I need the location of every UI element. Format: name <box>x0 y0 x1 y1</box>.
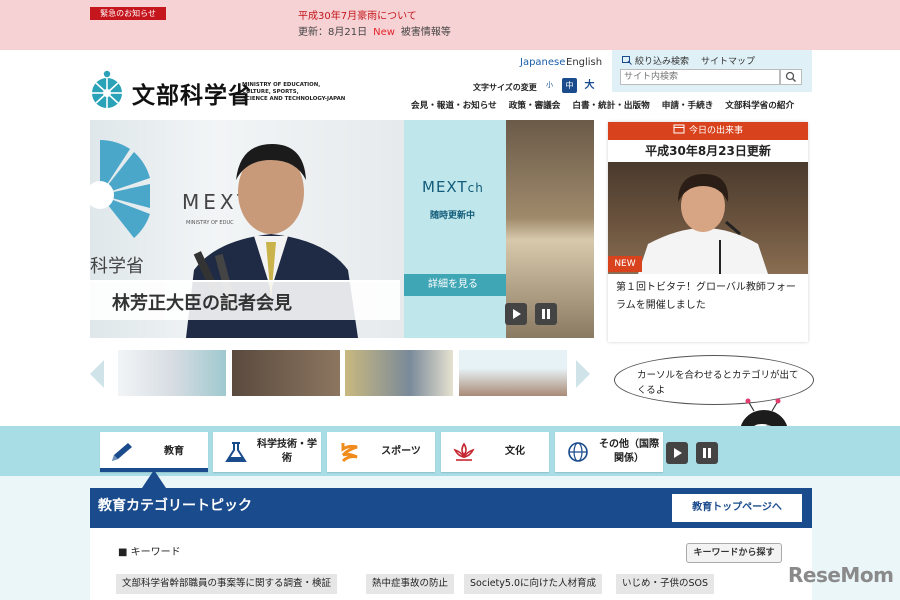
active-category-pointer <box>142 470 166 488</box>
emergency-badge: 緊急のお知らせ <box>90 7 166 20</box>
hero-press-photo[interactable]: MEXT MINISTRY OF EDUC 科学省 林芳正大臣の記者会見 <box>90 120 404 338</box>
category-education-button[interactable]: 教育 <box>100 432 208 472</box>
mextch-banner[interactable]: MEXTch 随時更新中 詳細を見る <box>404 120 506 338</box>
keyword-tag[interactable]: いじめ・子供のSOS <box>616 574 715 594</box>
carousel-thumb[interactable] <box>118 350 226 396</box>
narrow-search-icon <box>622 56 632 65</box>
flask-icon <box>225 442 247 462</box>
thumbnail-carousel <box>90 348 600 398</box>
category-label: スポーツ <box>381 446 421 457</box>
todays-event-link[interactable]: 第１回トビタテ！グローバル教師フォーラムを開催しました <box>616 279 802 315</box>
todays-event-header: 今日の出来事 <box>608 122 808 140</box>
hero-caption-bar: 林芳正大臣の記者会見 <box>90 280 400 320</box>
play-icon <box>674 448 682 458</box>
category-label: 科学技術・学術 <box>257 439 317 464</box>
hero-pause-button[interactable] <box>535 303 557 325</box>
language-japanese-link[interactable]: Japanese <box>520 57 565 68</box>
logo-title[interactable]: 文部科学省 <box>132 76 252 110</box>
nav-item-policy[interactable]: 政策・審議会 <box>509 101 561 111</box>
category-pause-button[interactable] <box>696 442 718 464</box>
hero-play-button[interactable] <box>505 303 527 325</box>
topic-panel-body: ■ キーワード キーワードから探す 文部科学省幹部職員の事案等に関する調査・検証… <box>90 528 812 600</box>
category-play-button[interactable] <box>666 442 688 464</box>
pause-icon <box>542 309 550 319</box>
sports-flame-icon <box>341 443 358 463</box>
alert-new-label: New <box>373 27 395 38</box>
category-label: 文化 <box>505 446 525 457</box>
hero-slider[interactable]: MEXT MINISTRY OF EDUC 科学省 林芳正大臣の記者会見 MEX… <box>90 120 594 338</box>
alert-update-date: 更新：8月21日 <box>298 27 368 38</box>
culture-lotus-icon <box>453 442 475 461</box>
nav-item-press[interactable]: 会見・報道・お知らせ <box>411 101 497 111</box>
site-search-input[interactable] <box>620 69 780 85</box>
nav-item-about[interactable]: 文部科学省の紹介 <box>725 101 794 111</box>
narrow-search-link[interactable]: 絞り込み検索 <box>635 57 689 67</box>
mextch-subtitle: 随時更新中 <box>430 211 476 221</box>
resemom-watermark: ReseMom <box>788 563 894 587</box>
search-icon <box>785 71 797 83</box>
pause-icon <box>703 448 711 458</box>
category-other-button[interactable]: その他（国際関係） <box>555 432 663 472</box>
alert-update-line[interactable]: 更新：8月21日 New 被害情報等 <box>298 23 451 38</box>
emergency-alert-bar: 緊急のお知らせ 平成30年7月豪雨について 更新：8月21日 New 被害情報等 <box>0 0 900 50</box>
fontsize-small-button[interactable]: 小 <box>542 78 557 93</box>
sitemap-link[interactable]: サイトマップ <box>701 57 755 67</box>
category-culture-button[interactable]: 文化 <box>441 432 549 472</box>
category-science-button[interactable]: 科学技術・学術 <box>213 432 321 472</box>
category-sports-button[interactable]: スポーツ <box>327 432 435 472</box>
hero-caption-text: 林芳正大臣の記者会見 <box>112 293 292 314</box>
logo-en-line: CULTURE, SPORTS, <box>242 89 299 95</box>
new-badge: NEW <box>608 256 642 272</box>
category-bar: 教育 科学技術・学術 スポーツ 文化 その他（国際関係） <box>0 426 900 476</box>
keyword-search-button[interactable]: キーワードから探す <box>686 543 782 563</box>
mextch-title: MEXTch <box>422 178 484 196</box>
carousel-thumb[interactable] <box>345 350 453 396</box>
language-english-link[interactable]: English <box>566 57 602 68</box>
mextch-detail-button[interactable]: 詳細を見る <box>404 274 506 296</box>
site-search-panel: 絞り込み検索 サイトマップ <box>612 50 812 92</box>
category-label: 教育 <box>164 446 184 457</box>
logo-en-line: MINISTRY OF EDUCATION, <box>242 82 321 88</box>
mext-emblem-backdrop <box>90 140 150 238</box>
todays-event-card[interactable]: 今日の出来事 平成30年8月23日更新 NEW 第１回トビタテ！グローバル教師フ… <box>608 122 808 342</box>
carousel-next-arrow[interactable] <box>576 360 590 388</box>
keyword-tag[interactable]: 文部科学省幹部職員の事案等に関する調査・検証 <box>116 574 338 594</box>
nav-item-publications[interactable]: 白書・統計・出版物 <box>572 101 649 111</box>
search-links: 絞り込み検索 サイトマップ <box>622 54 767 67</box>
keyword-tag[interactable]: Society5.0に向けた人材育成 <box>464 574 603 594</box>
globe-icon <box>568 442 588 462</box>
fontsize-medium-button[interactable]: 中 <box>562 78 577 93</box>
todays-event-title: 今日の出来事 <box>688 126 743 136</box>
alert-title-link[interactable]: 平成30年7月豪雨について <box>298 7 417 22</box>
education-top-page-button[interactable]: 教育トップページへ <box>672 494 802 522</box>
carousel-thumb[interactable] <box>232 350 340 396</box>
play-icon <box>513 309 521 319</box>
mextch-ch-text: ch <box>467 181 484 195</box>
logo-english-name: MINISTRY OF EDUCATION, CULTURE, SPORTS, … <box>242 82 352 103</box>
carousel-prev-arrow[interactable] <box>90 360 104 388</box>
alert-update-topic: 被害情報等 <box>400 27 451 38</box>
backdrop-kanji-text: 科学省 <box>90 256 144 277</box>
speech-bubble-text: カーソルを合わせるとカテゴリが出てくるよ <box>637 370 799 396</box>
topic-panel-title: 教育カテゴリートピック <box>98 498 252 514</box>
mext-logo-icon[interactable] <box>90 66 126 110</box>
fontsize-label: 文字サイズの変更 <box>473 83 537 92</box>
pencil-icon <box>112 443 132 461</box>
mextch-title-text: MEXT <box>422 178 468 196</box>
carousel-thumb[interactable] <box>459 350 567 396</box>
todays-event-date: 平成30年8月23日更新 <box>645 144 771 158</box>
keyword-label: ■ キーワード <box>118 547 181 558</box>
logo-en-line: SCIENCE AND TECHNOLOGY-JAPAN <box>242 96 346 102</box>
keyword-tag[interactable]: 熱中症事故の防止 <box>366 574 455 594</box>
topic-panel-header: 教育カテゴリートピック 教育トップページへ <box>90 488 812 528</box>
search-submit-button[interactable] <box>780 69 802 85</box>
fontsize-large-button[interactable]: 大 <box>582 78 597 93</box>
category-label: その他（国際関係） <box>599 439 659 464</box>
main-navigation: 会見・報道・お知らせ 政策・審議会 白書・統計・出版物 申請・手続き 文部科学省… <box>411 99 803 111</box>
calendar-icon <box>673 124 685 134</box>
nav-item-applications[interactable]: 申請・手続き <box>662 101 714 111</box>
